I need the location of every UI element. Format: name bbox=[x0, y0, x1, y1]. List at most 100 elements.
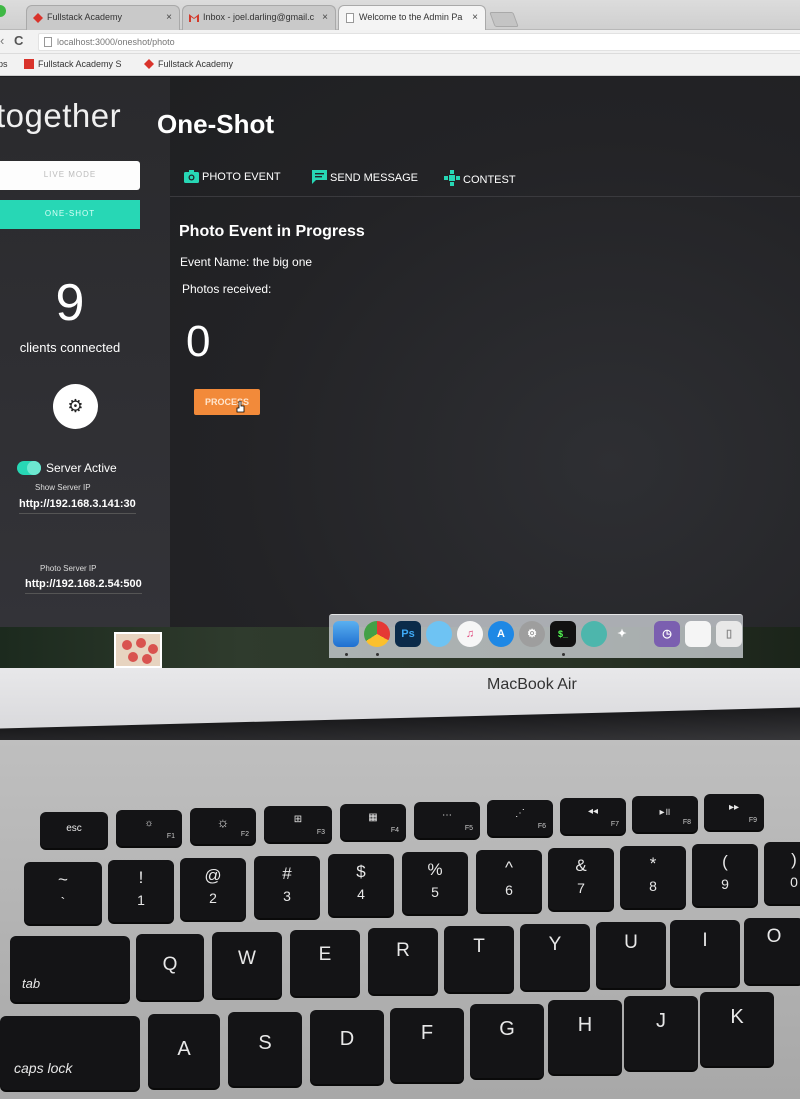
page-icon bbox=[44, 37, 52, 47]
play-pause-icon: ▸॥ bbox=[659, 807, 671, 818]
key-caps-lock[interactable]: caps lock bbox=[0, 1016, 140, 1090]
tab-send-message[interactable]: SEND MESSAGE bbox=[312, 170, 418, 184]
chrome-icon[interactable] bbox=[364, 621, 390, 647]
photo-server-ip-caption: Photo Server IP bbox=[40, 564, 97, 573]
bookmark-apps[interactable]: ps bbox=[0, 59, 8, 69]
key-j[interactable]: J bbox=[624, 996, 698, 1070]
key-4[interactable]: $4 bbox=[328, 854, 394, 916]
messages-icon[interactable] bbox=[426, 621, 452, 647]
hand-cursor-icon bbox=[236, 401, 245, 413]
key-t[interactable]: T bbox=[444, 926, 514, 992]
key-y[interactable]: Y bbox=[520, 924, 590, 990]
key-shift-label: @ bbox=[204, 866, 222, 885]
address-bar[interactable]: localhost:3000/oneshot/photo bbox=[38, 33, 800, 51]
sidebar: together LIVE MODE ONE-SHOT 9 clients co… bbox=[0, 77, 170, 627]
key-backtick[interactable]: ~ ` bbox=[24, 862, 102, 924]
bookmark-fullstack[interactable]: Fullstack Academy bbox=[144, 59, 233, 69]
key-f9[interactable]: ▸▸ F9 bbox=[704, 794, 764, 830]
live-mode-button[interactable]: LIVE MODE bbox=[0, 161, 140, 190]
key-fn-label: F7 bbox=[610, 821, 619, 828]
server-active-toggle[interactable] bbox=[17, 461, 41, 475]
main-panel: One-Shot PHOTO EVENT SEND MESSAGE CONTES… bbox=[157, 77, 800, 627]
tab-close-icon[interactable]: × bbox=[322, 12, 328, 23]
one-shot-button[interactable]: ONE-SHOT bbox=[0, 200, 140, 229]
itunes-icon[interactable]: ♫ bbox=[457, 621, 483, 647]
terminal-icon[interactable]: $_ bbox=[550, 621, 576, 647]
photoshop-icon[interactable]: Ps bbox=[395, 621, 421, 647]
key-f3[interactable]: ⊞ F3 bbox=[264, 806, 332, 842]
client-count: 9 bbox=[55, 274, 85, 332]
key-f7[interactable]: ◂◂ F7 bbox=[560, 798, 626, 834]
tab-gmail[interactable]: Inbox - joel.darling@gmail.c × bbox=[182, 5, 336, 30]
launchpad-icon: ▦ bbox=[368, 812, 378, 823]
key-f5[interactable]: ⋯ F5 bbox=[414, 802, 480, 838]
tab-admin[interactable]: Welcome to the Admin Pa × bbox=[338, 5, 486, 30]
key-5[interactable]: % 5 bbox=[402, 852, 468, 914]
key-f8[interactable]: ▸॥ F8 bbox=[632, 796, 698, 832]
key-e[interactable]: E bbox=[290, 930, 360, 996]
key-q[interactable]: Q bbox=[136, 934, 204, 1000]
key-g[interactable]: G bbox=[470, 1004, 544, 1078]
bookmark-fullstack-s[interactable]: Fullstack Academy S bbox=[24, 59, 122, 69]
photo-booth-icon[interactable]: ✦ bbox=[609, 621, 635, 647]
settings-button[interactable]: ⚙ bbox=[53, 384, 98, 429]
key-esc[interactable]: esc bbox=[40, 812, 108, 848]
new-tab-button[interactable] bbox=[489, 12, 519, 27]
tab-label: SEND MESSAGE bbox=[330, 172, 419, 184]
key-r[interactable]: R bbox=[368, 928, 438, 994]
trash-icon[interactable]: ▯ bbox=[716, 621, 742, 647]
app-store-icon[interactable]: A bbox=[488, 621, 514, 647]
window-zoom-button[interactable] bbox=[0, 5, 6, 17]
system-preferences-icon[interactable]: ⚙ bbox=[519, 621, 545, 647]
reload-icon[interactable]: C bbox=[14, 33, 23, 48]
tab-close-icon[interactable]: × bbox=[472, 12, 478, 23]
key-a[interactable]: A bbox=[148, 1014, 220, 1088]
key-f2[interactable]: ☼ F2 bbox=[190, 808, 256, 844]
tab-photo-event[interactable]: PHOTO EVENT bbox=[184, 170, 281, 183]
desktop-file-thumbnail[interactable] bbox=[114, 632, 162, 668]
key-9[interactable]: (9 bbox=[692, 844, 758, 906]
key-shift-label: ^ bbox=[505, 858, 513, 877]
key-shift-label: * bbox=[649, 854, 657, 873]
tab-fullstack[interactable]: Fullstack Academy × bbox=[26, 5, 180, 30]
key-label: J bbox=[656, 1010, 666, 1032]
key-w[interactable]: W bbox=[212, 932, 282, 998]
key-f[interactable]: F bbox=[390, 1008, 464, 1082]
key-i[interactable]: I bbox=[670, 920, 740, 986]
key-1[interactable]: ! 1 bbox=[108, 860, 174, 922]
key-label: E bbox=[318, 944, 332, 965]
key-f4[interactable]: ▦ F4 bbox=[340, 804, 406, 840]
laptop-screen: Fullstack Academy × Inbox - joel.darling… bbox=[0, 0, 800, 668]
back-icon[interactable]: ‹ bbox=[0, 33, 4, 48]
preview-icon[interactable] bbox=[685, 621, 711, 647]
key-6[interactable]: ^ 6 bbox=[476, 850, 542, 912]
key-fn-label: F5 bbox=[464, 825, 473, 832]
key-label: esc bbox=[66, 823, 82, 834]
key-u[interactable]: U bbox=[596, 922, 666, 988]
keyboard-light-down-icon: ⋯ bbox=[442, 810, 452, 821]
message-icon bbox=[312, 170, 327, 184]
key-f1[interactable]: ☼ F1 bbox=[116, 810, 182, 846]
timer-icon[interactable]: ◷ bbox=[654, 621, 680, 647]
process-button[interactable]: PROCESS bbox=[194, 389, 260, 415]
page-title: One-Shot bbox=[157, 109, 274, 139]
server-active-label: Server Active bbox=[46, 461, 117, 475]
key-8[interactable]: * 8 bbox=[620, 846, 686, 908]
key-d[interactable]: D bbox=[310, 1010, 384, 1084]
key-2[interactable]: @2 bbox=[180, 858, 246, 920]
key-0[interactable]: ) 0 bbox=[764, 842, 800, 904]
globe-icon[interactable] bbox=[581, 621, 607, 647]
key-o[interactable]: O bbox=[744, 918, 800, 984]
key-s[interactable]: S bbox=[228, 1012, 302, 1086]
key-f6[interactable]: ⋰ F6 bbox=[487, 800, 553, 836]
brand-logo: together bbox=[0, 97, 122, 134]
tab-contest[interactable]: CONTEST bbox=[444, 170, 516, 186]
key-h[interactable]: H bbox=[548, 1000, 622, 1074]
finder-icon[interactable] bbox=[333, 621, 359, 647]
key-7[interactable]: & 7 bbox=[548, 848, 614, 910]
key-3[interactable]: #3 bbox=[254, 856, 320, 918]
tab-close-icon[interactable]: × bbox=[166, 12, 172, 23]
mac-dock: Ps ♫ A ⚙ $_ ✦ ◷ ▯ bbox=[329, 614, 743, 658]
key-k[interactable]: K bbox=[700, 992, 774, 1066]
key-tab[interactable]: tab bbox=[10, 936, 130, 1002]
